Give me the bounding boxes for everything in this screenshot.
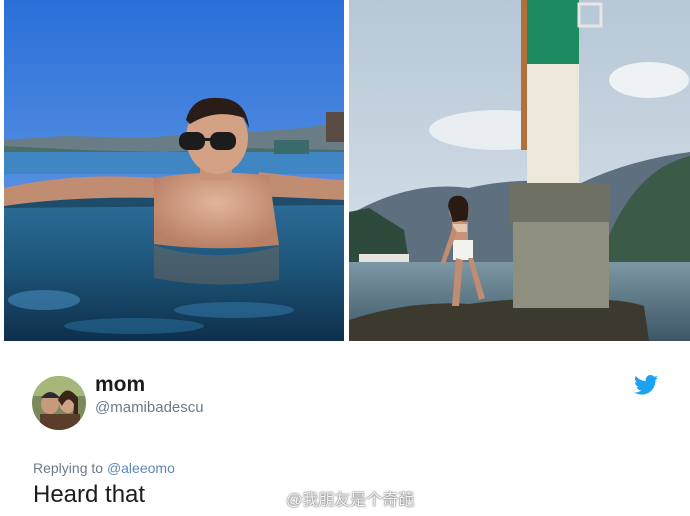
watermark: @我朋友是个奇葩 bbox=[258, 486, 414, 510]
lighthouse-photo bbox=[349, 0, 690, 341]
pool-photo bbox=[4, 0, 344, 341]
tweet-text: Heard that bbox=[33, 481, 146, 508]
display-name[interactable]: mom bbox=[95, 373, 145, 397]
reply-mention[interactable]: @aleeomo bbox=[107, 460, 175, 476]
reply-context: Replying to @aleeomo bbox=[33, 460, 175, 476]
twitter-bird-icon[interactable] bbox=[634, 374, 658, 396]
avatar[interactable] bbox=[32, 376, 86, 430]
watermark-text: @我朋友是个奇葩 bbox=[286, 492, 415, 509]
weibo-icon bbox=[258, 490, 282, 508]
reply-prefix: Replying to bbox=[33, 460, 104, 476]
user-handle[interactable]: @mamibadescu bbox=[95, 399, 204, 416]
